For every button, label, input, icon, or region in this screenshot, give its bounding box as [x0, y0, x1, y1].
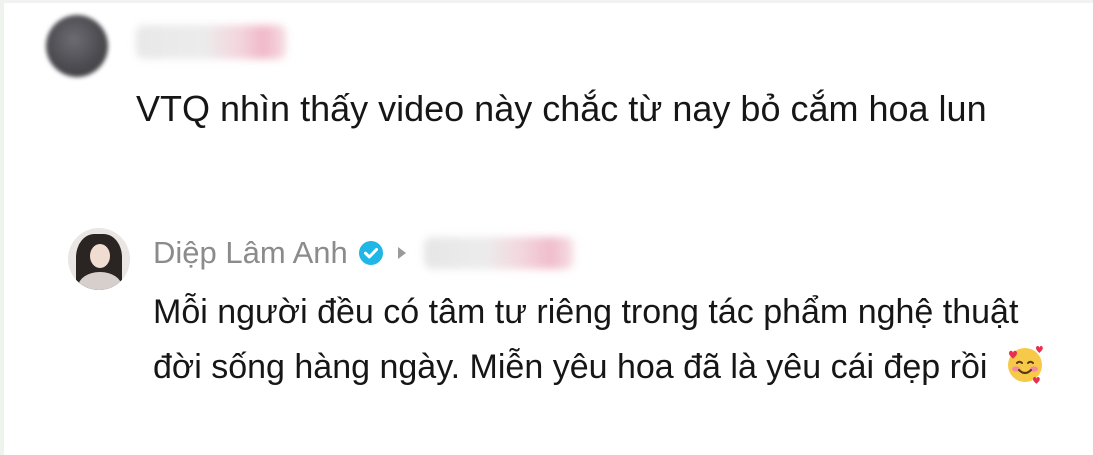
replied-to-username-blurred[interactable] — [423, 237, 574, 269]
play-arrow-icon — [397, 247, 406, 259]
verified-check-icon — [358, 241, 383, 265]
reply-comment-text: Mỗi người đều có tâm tư riêng trong tác … — [153, 293, 1019, 386]
reply-author-name[interactable]: Diệp Lâm Anh — [153, 235, 348, 271]
smiling-face-with-hearts-icon — [1007, 346, 1043, 385]
commenter-username-blurred[interactable] — [136, 25, 286, 59]
comment-thread: VTQ nhìn thấy video này chắc từ nay bỏ c… — [0, 0, 1093, 455]
parent-comment-text: VTQ nhìn thấy video này chắc từ nay bỏ c… — [136, 88, 987, 129]
commenter-avatar[interactable] — [46, 15, 108, 77]
reply-header: Diệp Lâm Anh — [153, 231, 574, 275]
reply-author-avatar[interactable] — [68, 228, 130, 290]
avatar-face — [90, 244, 110, 268]
reply-comment: Mỗi người đều có tâm tư riêng trong tác … — [153, 285, 1053, 395]
